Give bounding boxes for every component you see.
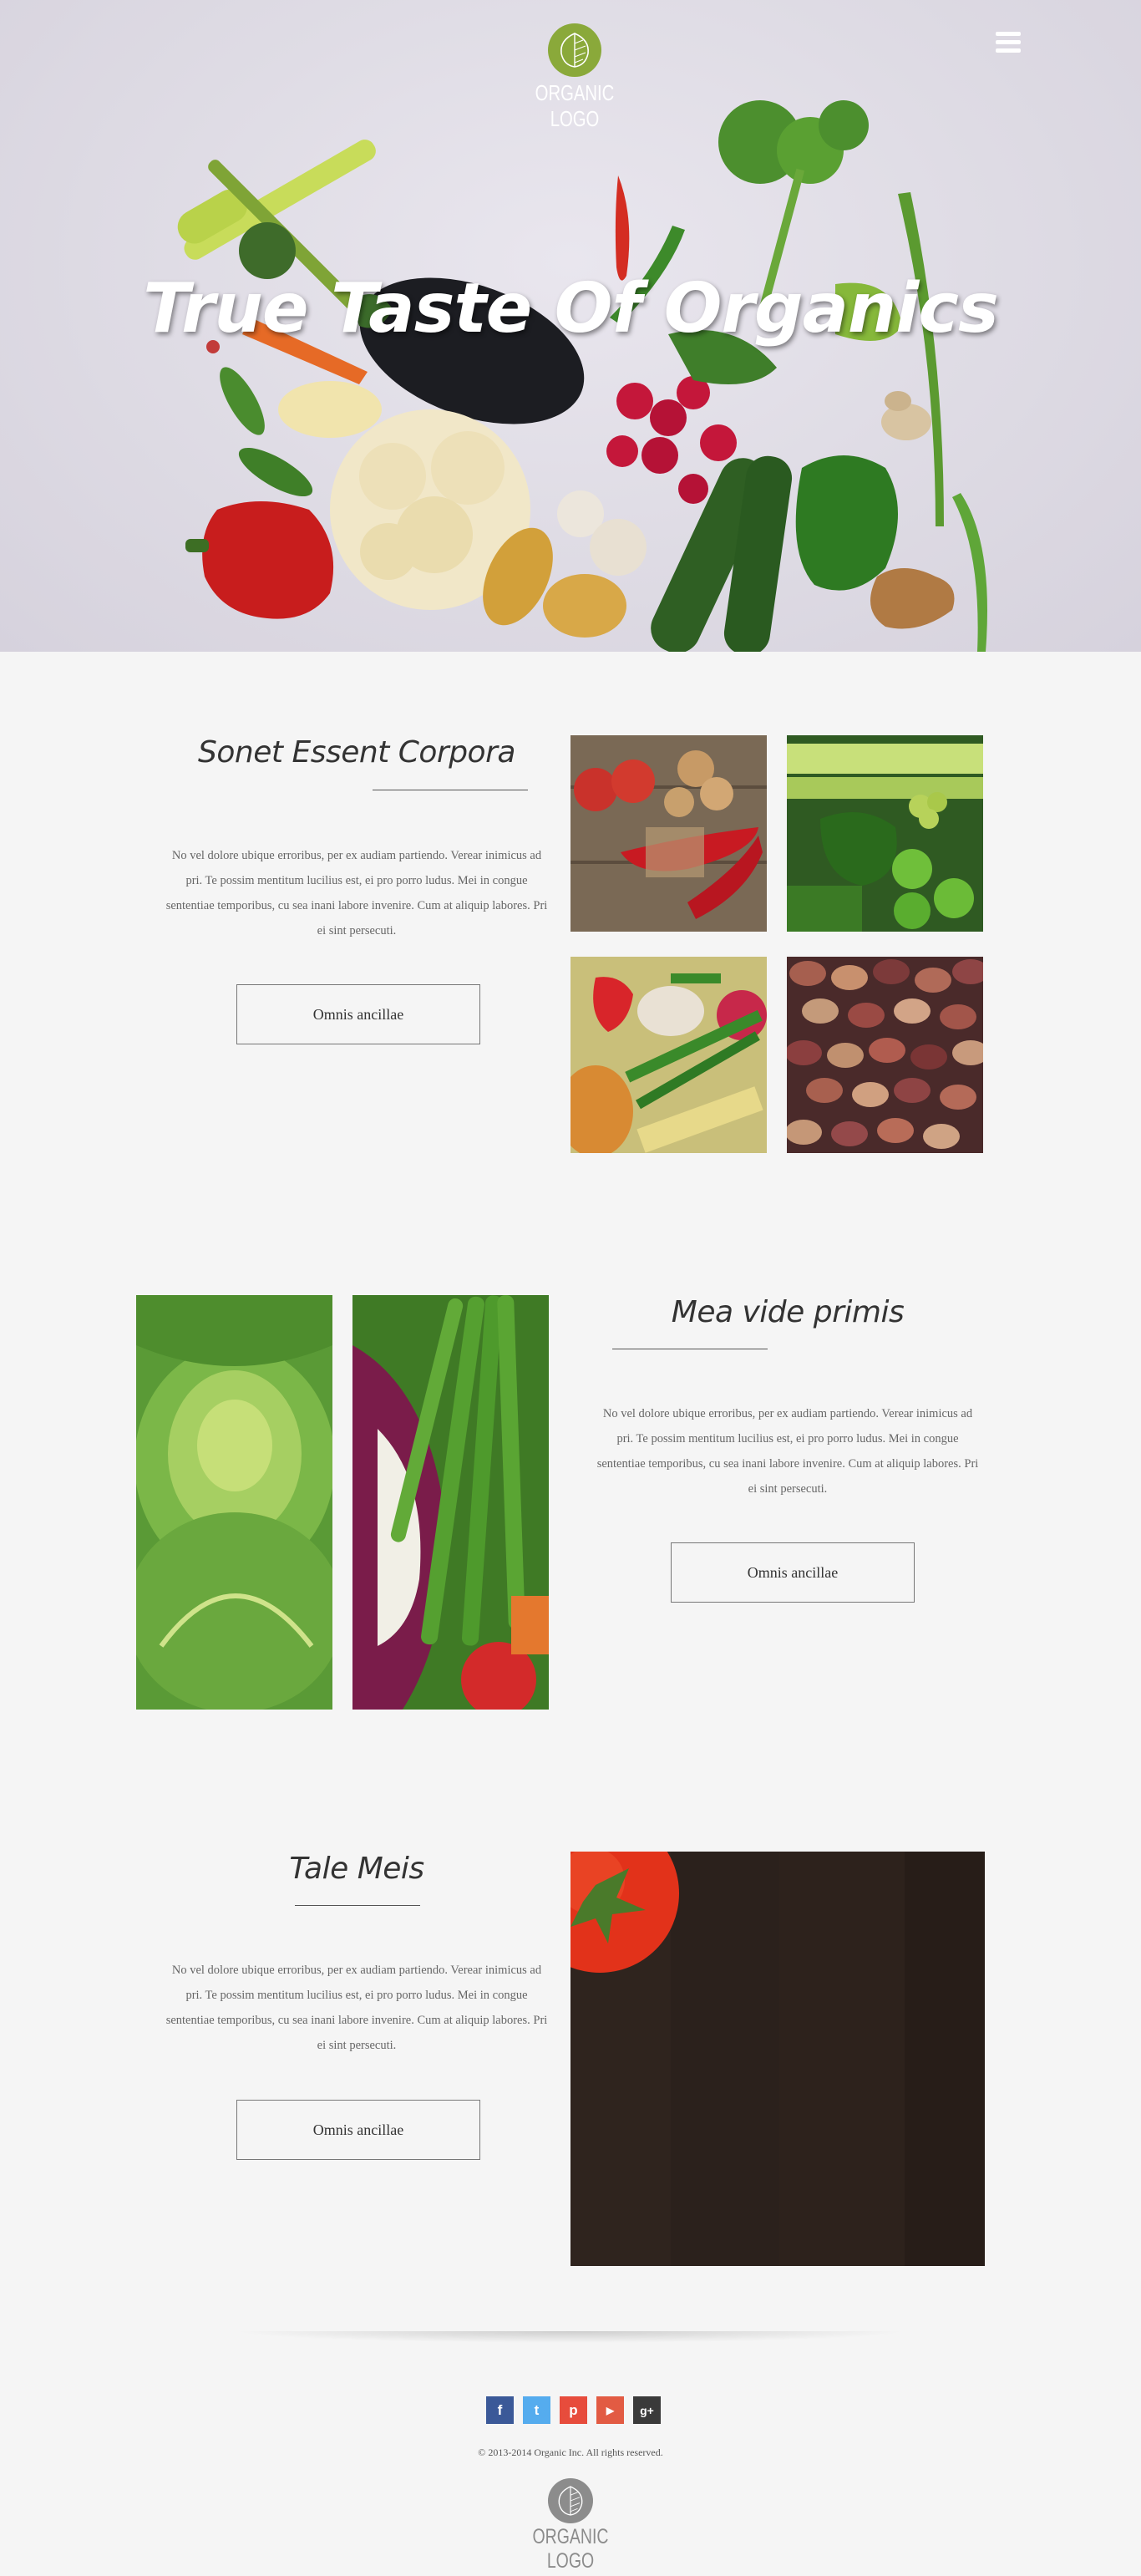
google-plus-icon[interactable]: g+ (633, 2396, 661, 2424)
tomatoes-onions-image (570, 735, 767, 932)
pinterest-icon[interactable]: p (560, 2396, 587, 2424)
leaf-logo-icon (548, 2478, 593, 2523)
section-body-text: No vel dolore ubique erroribus, per ex a… (596, 1407, 979, 1496)
site-logo[interactable]: ORGANIC LOGO (520, 23, 629, 132)
copyright-text: © 2013-2014 Organic Inc. All rights rese… (478, 2446, 663, 2458)
social-links: f t p ▶ g+ (486, 2396, 661, 2424)
section-sonet-essent-corpora: Sonet Essent Corpora No vel dolore ubiqu… (0, 652, 1141, 1237)
section-title: Sonet Essent Corpora (198, 735, 515, 770)
youtube-icon[interactable]: ▶ (596, 2396, 624, 2424)
omnis-ancillae-button[interactable]: Omnis ancillae (236, 984, 480, 1044)
green-vegetables-image (787, 735, 983, 932)
omnis-ancillae-button[interactable]: Omnis ancillae (236, 2100, 480, 2160)
footer-divider-shadow (234, 2331, 907, 2343)
logo-text: ORGANIC LOGO (532, 2525, 609, 2573)
hero-banner: ORGANIC LOGO True Taste Of Organics (0, 0, 1141, 652)
lettuce-image (136, 1295, 332, 1710)
section-mea-vide-primis: Mea vide primis No vel dolore ubique err… (0, 1237, 1141, 1821)
omnis-ancillae-button[interactable]: Omnis ancillae (671, 1542, 915, 1603)
twitter-icon[interactable]: t (523, 2396, 550, 2424)
logo-text: ORGANIC LOGO (535, 80, 615, 131)
section-title: Tale Meis (289, 1852, 424, 1886)
section-body-text: No vel dolore ubique erroribus, per ex a… (165, 849, 548, 937)
facebook-icon[interactable]: f (486, 2396, 514, 2424)
strawberries-onions-image (570, 957, 767, 1153)
hamburger-menu-icon[interactable] (996, 32, 1021, 53)
section-title: Mea vide primis (671, 1295, 905, 1329)
radicchio-beans-image (352, 1295, 549, 1710)
footer-logo[interactable]: ORGANIC LOGO (516, 2478, 625, 2573)
section-body-text: No vel dolore ubique erroribus, per ex a… (165, 1964, 548, 2052)
section-tale-meis: Tale Meis No vel dolore ubique erroribus… (0, 1821, 1141, 2373)
hero-title: True Taste Of Organics (143, 269, 999, 348)
leaf-logo-icon (548, 23, 601, 77)
tomato-dark-wood-image (570, 1852, 985, 2266)
beans-image (787, 957, 983, 1153)
title-underline (295, 1905, 420, 1906)
